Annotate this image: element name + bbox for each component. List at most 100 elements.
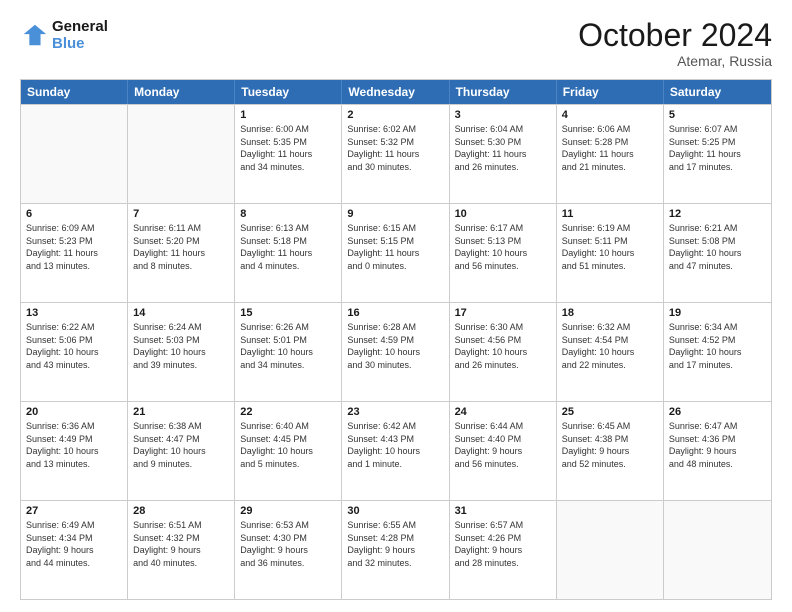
cal-cell: [128, 105, 235, 203]
dow-friday: Friday: [557, 80, 664, 104]
day-number: 15: [240, 307, 336, 319]
cal-row-1: 1Sunrise: 6:00 AMSunset: 5:35 PMDaylight…: [21, 104, 771, 203]
cal-cell: 7 Sunrise: 6:11 AMSunset: 5:20 PMDaylight…: [128, 204, 235, 302]
cal-cell: 26 Sunrise: 6:47 AMSunset: 4:36 PMDayligh…: [664, 402, 771, 500]
cell-info: Sunrise: 6:49 AMSunset: 4:34 PMDaylight:…: [26, 519, 122, 569]
cell-info: Sunrise: 6:19 AMSunset: 5:11 PMDaylight:…: [562, 222, 658, 272]
cell-info: Sunrise: 6:47 AMSunset: 4:36 PMDaylight:…: [669, 420, 766, 470]
day-number: 21: [133, 406, 229, 418]
page: General Blue October 2024 Atemar, Russia…: [0, 0, 792, 612]
cal-cell: 31Sunrise: 6:57 AMSunset: 4:26 PMDayligh…: [450, 501, 557, 599]
cal-cell: 11 Sunrise: 6:19 AMSunset: 5:11 PMDayligh…: [557, 204, 664, 302]
cal-cell: 12Sunrise: 6:21 AMSunset: 5:08 PMDayligh…: [664, 204, 771, 302]
cell-info: Sunrise: 6:32 AMSunset: 4:54 PMDaylight:…: [562, 321, 658, 371]
cell-info: Sunrise: 6:38 AMSunset: 4:47 PMDaylight:…: [133, 420, 229, 470]
dow-monday: Monday: [128, 80, 235, 104]
day-number: 27: [26, 505, 122, 517]
logo-text: General Blue: [52, 18, 108, 52]
day-number: 5: [669, 109, 766, 121]
day-number: 29: [240, 505, 336, 517]
calendar-body: 1Sunrise: 6:00 AMSunset: 5:35 PMDaylight…: [21, 104, 771, 599]
header: General Blue October 2024 Atemar, Russia: [20, 18, 772, 69]
cell-info: Sunrise: 6:28 AMSunset: 4:59 PMDaylight:…: [347, 321, 443, 371]
cal-cell: 15 Sunrise: 6:26 AMSunset: 5:01 PMDayligh…: [235, 303, 342, 401]
day-number: 14: [133, 307, 229, 319]
cal-cell: 29 Sunrise: 6:53 AMSunset: 4:30 PMDayligh…: [235, 501, 342, 599]
cal-cell: [664, 501, 771, 599]
main-title: October 2024: [578, 18, 772, 53]
day-number: 16: [347, 307, 443, 319]
day-number: 13: [26, 307, 122, 319]
cell-info: Sunrise: 6:07 AMSunset: 5:25 PMDaylight:…: [669, 123, 766, 173]
cell-info: Sunrise: 6:26 AMSunset: 5:01 PMDaylight:…: [240, 321, 336, 371]
cal-cell: 22 Sunrise: 6:40 AMSunset: 4:45 PMDayligh…: [235, 402, 342, 500]
cell-info: Sunrise: 6:17 AMSunset: 5:13 PMDaylight:…: [455, 222, 551, 272]
day-number: 2: [347, 109, 443, 121]
cell-info: Sunrise: 6:36 AMSunset: 4:49 PMDaylight:…: [26, 420, 122, 470]
day-number: 3: [455, 109, 551, 121]
day-number: 9: [347, 208, 443, 220]
cell-info: Sunrise: 6:30 AMSunset: 4:56 PMDaylight:…: [455, 321, 551, 371]
logo-icon: [20, 21, 48, 49]
cal-cell: 19Sunrise: 6:34 AMSunset: 4:52 PMDayligh…: [664, 303, 771, 401]
cell-info: Sunrise: 6:15 AMSunset: 5:15 PMDaylight:…: [347, 222, 443, 272]
day-number: 4: [562, 109, 658, 121]
dow-wednesday: Wednesday: [342, 80, 449, 104]
cell-info: Sunrise: 6:44 AMSunset: 4:40 PMDaylight:…: [455, 420, 551, 470]
cal-cell: 2 Sunrise: 6:02 AMSunset: 5:32 PMDaylight…: [342, 105, 449, 203]
cal-cell: 23 Sunrise: 6:42 AMSunset: 4:43 PMDayligh…: [342, 402, 449, 500]
day-number: 22: [240, 406, 336, 418]
cal-cell: 10Sunrise: 6:17 AMSunset: 5:13 PMDayligh…: [450, 204, 557, 302]
calendar: Sunday Monday Tuesday Wednesday Thursday…: [20, 79, 772, 600]
day-number: 24: [455, 406, 551, 418]
cal-cell: 8 Sunrise: 6:13 AMSunset: 5:18 PMDaylight…: [235, 204, 342, 302]
cal-cell: 3 Sunrise: 6:04 AMSunset: 5:30 PMDaylight…: [450, 105, 557, 203]
cell-info: Sunrise: 6:42 AMSunset: 4:43 PMDaylight:…: [347, 420, 443, 470]
cell-info: Sunrise: 6:55 AMSunset: 4:28 PMDaylight:…: [347, 519, 443, 569]
cell-info: Sunrise: 6:02 AMSunset: 5:32 PMDaylight:…: [347, 123, 443, 173]
cal-cell: [21, 105, 128, 203]
cell-info: Sunrise: 6:34 AMSunset: 4:52 PMDaylight:…: [669, 321, 766, 371]
day-number: 20: [26, 406, 122, 418]
cell-info: Sunrise: 6:13 AMSunset: 5:18 PMDaylight:…: [240, 222, 336, 272]
day-number: 11: [562, 208, 658, 220]
cell-info: Sunrise: 6:24 AMSunset: 5:03 PMDaylight:…: [133, 321, 229, 371]
cell-info: Sunrise: 6:06 AMSunset: 5:28 PMDaylight:…: [562, 123, 658, 173]
cal-cell: 9 Sunrise: 6:15 AMSunset: 5:15 PMDaylight…: [342, 204, 449, 302]
cal-row-4: 20 Sunrise: 6:36 AMSunset: 4:49 PMDayligh…: [21, 401, 771, 500]
cal-cell: 18Sunrise: 6:32 AMSunset: 4:54 PMDayligh…: [557, 303, 664, 401]
day-number: 7: [133, 208, 229, 220]
logo: General Blue: [20, 18, 108, 52]
day-number: 17: [455, 307, 551, 319]
day-number: 12: [669, 208, 766, 220]
cal-cell: 4 Sunrise: 6:06 AMSunset: 5:28 PMDaylight…: [557, 105, 664, 203]
day-number: 6: [26, 208, 122, 220]
cal-cell: 1Sunrise: 6:00 AMSunset: 5:35 PMDaylight…: [235, 105, 342, 203]
day-number: 26: [669, 406, 766, 418]
cell-info: Sunrise: 6:53 AMSunset: 4:30 PMDaylight:…: [240, 519, 336, 569]
cell-info: Sunrise: 6:11 AMSunset: 5:20 PMDaylight:…: [133, 222, 229, 272]
dow-sunday: Sunday: [21, 80, 128, 104]
cell-info: Sunrise: 6:40 AMSunset: 4:45 PMDaylight:…: [240, 420, 336, 470]
cal-cell: 14 Sunrise: 6:24 AMSunset: 5:03 PMDayligh…: [128, 303, 235, 401]
cal-row-3: 13Sunrise: 6:22 AMSunset: 5:06 PMDayligh…: [21, 302, 771, 401]
day-number: 8: [240, 208, 336, 220]
cell-info: Sunrise: 6:04 AMSunset: 5:30 PMDaylight:…: [455, 123, 551, 173]
cal-cell: 20 Sunrise: 6:36 AMSunset: 4:49 PMDayligh…: [21, 402, 128, 500]
cal-cell: 27 Sunrise: 6:49 AMSunset: 4:34 PMDayligh…: [21, 501, 128, 599]
cal-cell: 30 Sunrise: 6:55 AMSunset: 4:28 PMDayligh…: [342, 501, 449, 599]
day-number: 28: [133, 505, 229, 517]
cal-cell: 25 Sunrise: 6:45 AMSunset: 4:38 PMDayligh…: [557, 402, 664, 500]
day-number: 30: [347, 505, 443, 517]
day-number: 25: [562, 406, 658, 418]
cal-cell: [557, 501, 664, 599]
cell-info: Sunrise: 6:51 AMSunset: 4:32 PMDaylight:…: [133, 519, 229, 569]
dow-saturday: Saturday: [664, 80, 771, 104]
cal-cell: 13Sunrise: 6:22 AMSunset: 5:06 PMDayligh…: [21, 303, 128, 401]
cell-info: Sunrise: 6:45 AMSunset: 4:38 PMDaylight:…: [562, 420, 658, 470]
subtitle: Atemar, Russia: [578, 53, 772, 69]
day-number: 23: [347, 406, 443, 418]
dow-tuesday: Tuesday: [235, 80, 342, 104]
day-number: 31: [455, 505, 551, 517]
cell-info: Sunrise: 6:00 AMSunset: 5:35 PMDaylight:…: [240, 123, 336, 173]
